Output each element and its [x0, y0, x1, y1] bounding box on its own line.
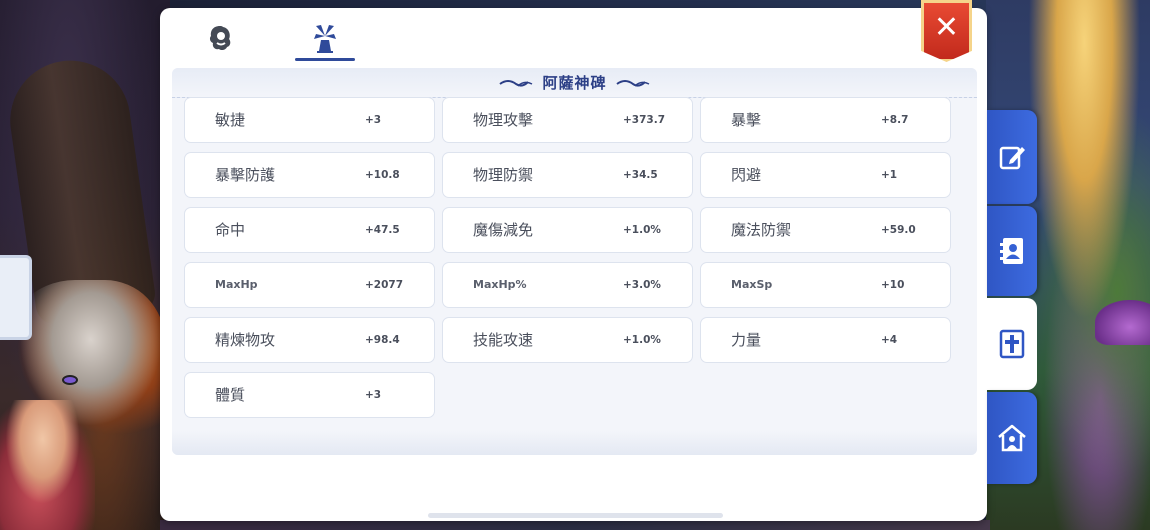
- side-tab-guild[interactable]: [987, 392, 1037, 484]
- stat-name: 暴擊: [731, 111, 762, 129]
- stat-cell: MaxHp +2077: [184, 262, 435, 308]
- section-footer: [172, 431, 977, 455]
- swirl-left-ornament: [499, 79, 533, 87]
- stat-value: +10: [881, 278, 905, 291]
- stat-name: 敏捷: [215, 111, 246, 129]
- tab-active-underline: [295, 58, 355, 61]
- cross-emblem-icon: [999, 329, 1025, 359]
- stat-cell: 力量 +4: [700, 317, 951, 363]
- section-title: 阿薩神碑: [542, 74, 607, 92]
- stat-cell: 暴擊 +8.7: [700, 97, 951, 143]
- stat-value: +3.0%: [623, 278, 661, 291]
- stat-cell: 物理防禦 +34.5: [442, 152, 693, 198]
- stat-cell: 暴擊防護 +10.8: [184, 152, 435, 198]
- close-icon: ✕: [933, 10, 960, 45]
- side-tab-edit[interactable]: [987, 110, 1037, 204]
- stat-value: +10.8: [365, 168, 400, 181]
- stat-name: 魔傷減免: [473, 221, 534, 239]
- stat-name: 力量: [731, 331, 762, 349]
- background-mushroom: [1095, 300, 1150, 345]
- stat-value: +3: [365, 113, 382, 126]
- stat-name: 精煉物攻: [215, 331, 276, 349]
- stat-value: +1: [881, 168, 898, 181]
- fox-eye: [62, 375, 78, 385]
- stat-name: 魔法防禦: [731, 221, 792, 239]
- stat-value: +373.7: [623, 113, 666, 126]
- stat-name: MaxSp: [731, 278, 773, 291]
- stat-value: +2077: [365, 278, 404, 291]
- side-tab-contacts[interactable]: [987, 206, 1037, 296]
- stat-cell: 精煉物攻 +98.4: [184, 317, 435, 363]
- stat-value: +47.5: [365, 223, 400, 236]
- close-button[interactable]: ✕: [921, 0, 972, 62]
- tab-monument[interactable]: [295, 18, 355, 61]
- stat-value: +34.5: [623, 168, 658, 181]
- section-header: 阿薩神碑: [172, 68, 977, 98]
- tab-profile[interactable]: [190, 18, 250, 58]
- stat-cell: 魔法防禦 +59.0: [700, 207, 951, 253]
- stat-name: MaxHp: [215, 278, 258, 291]
- stat-cell: 魔傷減免 +1.0%: [442, 207, 693, 253]
- stat-name: 物理防禦: [473, 166, 534, 184]
- stat-grid: 敏捷 +3 物理攻擊 +373.7 暴擊 +8.7 暴擊防護 +10.8 物理防…: [184, 97, 951, 418]
- stat-name: 體質: [215, 386, 246, 404]
- contact-book-icon: [1000, 238, 1023, 264]
- horizontal-scrollbar[interactable]: [428, 513, 723, 518]
- stat-value: +59.0: [881, 223, 916, 236]
- stat-value: +4: [881, 333, 898, 346]
- left-panel-edge[interactable]: [0, 255, 32, 340]
- stat-value: +1.0%: [623, 223, 661, 236]
- side-tab-stats[interactable]: [987, 298, 1037, 390]
- stat-value: +3: [365, 388, 382, 401]
- profile-icon: [209, 26, 231, 51]
- stat-cell: 物理攻擊 +373.7: [442, 97, 693, 143]
- stat-cell: MaxHp% +3.0%: [442, 262, 693, 308]
- background-bottom-strip: [160, 520, 990, 530]
- guild-house-icon: [998, 424, 1026, 452]
- background-girl-character: [0, 400, 95, 530]
- swirl-right-ornament: [615, 79, 649, 87]
- stat-cell: 命中 +47.5: [184, 207, 435, 253]
- stat-name: 暴擊防護: [215, 166, 276, 184]
- stat-cell: 技能攻速 +1.0%: [442, 317, 693, 363]
- stat-cell: 閃避 +1: [700, 152, 951, 198]
- edit-icon: [999, 146, 1025, 170]
- stat-value: +8.7: [881, 113, 909, 126]
- stat-name: 物理攻擊: [473, 111, 534, 129]
- stat-value: +98.4: [365, 333, 400, 346]
- stat-value: +1.0%: [623, 333, 661, 346]
- stat-name: 命中: [215, 221, 246, 239]
- stat-name: 閃避: [731, 166, 762, 184]
- monument-stats-panel: 阿薩神碑 敏捷 +3 物理攻擊 +373.7 暴擊 +8.7 暴擊防護 +10.…: [160, 8, 987, 521]
- stat-cell: MaxSp +10: [700, 262, 951, 308]
- stat-cell: 體質 +3: [184, 372, 435, 418]
- windmill-monument-icon: [314, 25, 336, 53]
- stat-cell: 敏捷 +3: [184, 97, 435, 143]
- stat-name: 技能攻速: [473, 331, 534, 349]
- stat-name: MaxHp%: [473, 278, 527, 291]
